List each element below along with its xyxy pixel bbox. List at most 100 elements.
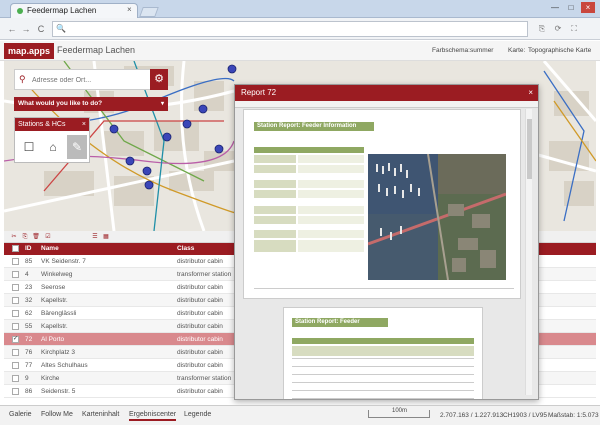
app-header: map.apps Feedermap Lachen Farbschema: su…: [0, 41, 600, 61]
crs-label[interactable]: CH1903 / LV95: [503, 412, 547, 419]
info-label: [254, 155, 296, 163]
row-id: 4: [25, 271, 29, 278]
footer-tab-legende[interactable]: Legende: [184, 411, 211, 418]
report-banner: Station Report: Feeder Information: [254, 122, 374, 131]
info-label: [254, 230, 296, 238]
row-checkbox[interactable]: [12, 271, 19, 278]
dropdown-label: What would you like to do?: [18, 100, 103, 107]
basemap-select[interactable]: Topographische Karte: [528, 47, 591, 54]
row-id: 72: [25, 336, 33, 343]
info-label: [254, 165, 296, 173]
row-class: distributor cabin: [177, 310, 223, 317]
color-scheme-select[interactable]: summer: [470, 47, 493, 54]
footer-tab-karteninhalt[interactable]: Karteninhalt: [82, 411, 119, 418]
minimize-button[interactable]: —: [548, 2, 562, 13]
info-label: [254, 180, 296, 188]
row-id: 76: [25, 349, 33, 356]
select-rectangle-button[interactable]: ☐: [19, 135, 39, 159]
url-search-icon: 🔍: [56, 24, 66, 33]
info-label: [254, 206, 296, 214]
pdf-toolbar: [235, 101, 538, 108]
table-rule: [292, 390, 474, 391]
row-id: 9: [25, 375, 29, 382]
tab-title: Feedermap Lachen: [27, 6, 97, 15]
home-station-button[interactable]: ⌂: [43, 135, 63, 159]
column-id[interactable]: ID: [25, 245, 32, 252]
column-class[interactable]: Class: [177, 245, 194, 252]
row-checkbox[interactable]: [12, 297, 19, 304]
fullscreen-icon[interactable]: ⛶: [568, 23, 580, 35]
info-value: [298, 240, 364, 252]
list-view-icon[interactable]: ☰: [91, 233, 99, 241]
aerial-photo-image: [368, 154, 506, 280]
row-class: transformer station: [177, 375, 232, 382]
info-value: [298, 230, 364, 238]
row-id: 32: [25, 297, 33, 304]
row-class: distributor cabin: [177, 336, 223, 343]
back-icon[interactable]: ←: [6, 23, 18, 35]
info-value: [298, 180, 364, 188]
settings-gear-button[interactable]: ⚙: [150, 69, 168, 90]
edit-tool-button[interactable]: ✎: [67, 135, 87, 159]
copy-icon[interactable]: ⎘: [21, 233, 29, 241]
what-would-you-like-dropdown[interactable]: What would you like to do? ▾: [14, 97, 168, 111]
row-checkbox[interactable]: [12, 349, 19, 356]
browser-tab[interactable]: Feedermap Lachen ×: [10, 3, 138, 18]
maximize-button[interactable]: □: [564, 2, 578, 13]
report-dialog: Report 72 × Station Report: Feeder Infor…: [234, 84, 539, 400]
close-icon[interactable]: ×: [82, 118, 86, 131]
app-logo: map.apps: [4, 43, 55, 59]
row-checkbox[interactable]: [12, 362, 19, 369]
row-class: distributor cabin: [177, 349, 223, 356]
sync-icon[interactable]: ⟳: [552, 23, 564, 35]
address-search-input[interactable]: [32, 73, 142, 87]
map-label: Karte:: [508, 47, 526, 54]
row-class: distributor cabin: [177, 323, 223, 330]
row-checkbox[interactable]: ✓: [12, 336, 19, 343]
map-scale-label: Maßstab: 1:5.073: [548, 412, 599, 419]
row-name: Bärenglässli: [41, 310, 77, 317]
section-bar: [292, 338, 474, 344]
delete-icon[interactable]: 🗑: [32, 233, 40, 241]
window-close-button[interactable]: ×: [581, 2, 595, 13]
browser-titlebar: Feedermap Lachen × — □ ×: [0, 0, 600, 18]
coordinate-readout: 2.707.163 / 1.227.913: [440, 412, 504, 419]
scrollbar-thumb[interactable]: [527, 119, 532, 179]
row-checkbox[interactable]: [12, 388, 19, 395]
row-class: distributor cabin: [177, 258, 223, 265]
forward-icon[interactable]: →: [20, 23, 32, 35]
header-checkbox[interactable]: [12, 245, 19, 252]
row-class: transformer station: [177, 271, 232, 278]
row-id: 85: [25, 258, 33, 265]
reload-icon[interactable]: C: [35, 23, 47, 35]
row-checkbox[interactable]: [12, 323, 19, 330]
row-checkbox[interactable]: [12, 258, 19, 265]
row-class: distributor cabin: [177, 362, 223, 369]
new-tab-button[interactable]: [139, 7, 159, 17]
app-footer: Galerie Follow Me Karteninhalt Ergebniscent…: [0, 405, 600, 425]
bookmark-icon[interactable]: ⎘: [536, 23, 548, 35]
url-bar[interactable]: 🔍: [52, 21, 528, 37]
close-icon[interactable]: ×: [528, 85, 533, 101]
row-name: Kirchplatz 3: [41, 349, 75, 356]
footer-tab-ergebniscenter[interactable]: Ergebniscenter: [129, 411, 177, 421]
row-checkbox[interactable]: [12, 310, 19, 317]
row-checkbox[interactable]: [12, 375, 19, 382]
table-view-icon[interactable]: ▦: [102, 233, 110, 241]
report-scrollbar[interactable]: [525, 109, 532, 395]
row-checkbox[interactable]: [12, 284, 19, 291]
column-name[interactable]: Name: [41, 245, 59, 252]
select-all-icon[interactable]: ☑: [44, 233, 52, 241]
table-rule: [292, 398, 474, 399]
table-rule: [292, 366, 474, 367]
row-name: Al Porto: [41, 336, 65, 343]
footer-tab-follow-me[interactable]: Follow Me: [41, 411, 73, 418]
report-page-1: Station Report: Feeder Information: [243, 109, 521, 299]
cut-icon[interactable]: ✂: [10, 233, 18, 241]
footer-tab-galerie[interactable]: Galerie: [9, 411, 32, 418]
tab-close-icon[interactable]: ×: [127, 5, 132, 14]
row-name: Kapellstr.: [41, 323, 68, 330]
table-header-bar: [292, 346, 474, 356]
chevron-down-icon: ▾: [160, 101, 164, 107]
table-rule: [292, 358, 474, 359]
